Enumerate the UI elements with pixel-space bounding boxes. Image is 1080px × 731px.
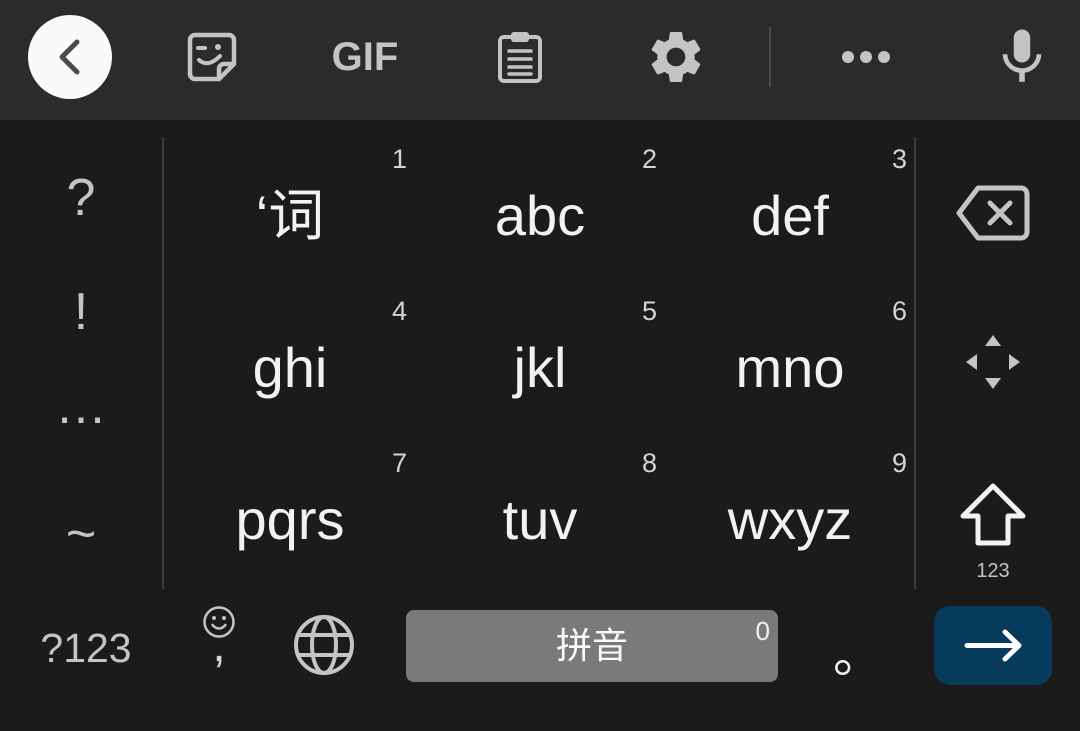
space-label: 拼音: [555, 625, 628, 666]
symbol-key-label: ~: [65, 505, 97, 563]
keyboard-body: ? ! … ~ 1 ‘词 2 abc 3 def 4 ghi 5 jkl 6 m…: [0, 120, 1080, 731]
key-letters: mno: [735, 335, 845, 399]
t9-key-2[interactable]: 2 abc: [415, 137, 665, 289]
key-number: 9: [891, 448, 907, 478]
symbol-key-exclamation[interactable]: !: [0, 257, 162, 367]
key-letters: ‘词: [255, 183, 325, 247]
symbol-key-question[interactable]: ?: [0, 143, 162, 253]
key-number: 7: [391, 448, 407, 478]
gif-button[interactable]: GIF: [325, 17, 405, 97]
key-letters: pqrs: [235, 487, 345, 551]
key-number: 2: [641, 144, 657, 174]
back-button[interactable]: [28, 15, 112, 99]
period-key[interactable]: 。: [800, 602, 916, 694]
emoji-comma-key[interactable]: ,: [172, 602, 266, 694]
t9-key-9[interactable]: 9 wxyz: [665, 441, 915, 593]
gear-icon: [651, 32, 701, 82]
symbols-switch-key[interactable]: ?123: [0, 602, 172, 694]
toolbar: GIF: [0, 0, 1080, 120]
candidate-count: 0: [755, 616, 770, 646]
t9-key-6[interactable]: 6 mno: [665, 289, 915, 441]
space-key[interactable]: 拼音 0: [406, 610, 778, 682]
cursor-move-icon: [966, 335, 1020, 389]
t9-key-1[interactable]: 1 ‘词: [165, 137, 415, 289]
key-number: 3: [891, 144, 907, 174]
comma-label: ,: [212, 619, 226, 672]
language-switch-key[interactable]: [270, 602, 378, 694]
key-letters: jkl: [513, 335, 567, 399]
backspace-key[interactable]: [916, 137, 1080, 289]
t9-key-7[interactable]: 7 pqrs: [165, 441, 415, 593]
key-letters: abc: [494, 183, 586, 247]
sticker-button[interactable]: [172, 17, 252, 97]
key-number: 6: [891, 296, 907, 326]
globe-icon: [294, 615, 354, 675]
key-number: 5: [641, 296, 657, 326]
mic-icon: [1002, 29, 1042, 82]
sticker-icon: [187, 32, 237, 82]
more-horizontal-icon: [842, 51, 890, 63]
left-divider: [162, 137, 164, 589]
voice-input-button[interactable]: [982, 17, 1062, 97]
settings-button[interactable]: [636, 17, 716, 97]
shift-sublabel: 123: [976, 560, 1010, 582]
arrow-right-icon: [964, 629, 1022, 662]
toolbar-divider: [769, 27, 771, 87]
t9-key-4[interactable]: 4 ghi: [165, 289, 415, 441]
t9-key-3[interactable]: 3 def: [665, 137, 915, 289]
symbol-key-label: …: [55, 377, 107, 435]
period-label: 。: [833, 627, 883, 683]
shift-key[interactable]: 123: [916, 441, 1080, 593]
key-letters: ghi: [252, 335, 328, 399]
clipboard-button[interactable]: [480, 17, 560, 97]
more-button[interactable]: [826, 17, 906, 97]
t9-key-5[interactable]: 5 jkl: [415, 289, 665, 441]
backspace-icon: [956, 185, 1030, 241]
gif-label: GIF: [331, 35, 399, 79]
enter-key[interactable]: [934, 606, 1052, 685]
symbol-key-label: !: [73, 283, 89, 341]
symbol-key-ellipsis[interactable]: …: [0, 365, 162, 475]
key-number: 8: [641, 448, 657, 478]
shift-arrow-icon: [960, 483, 1026, 546]
symbols-switch-label: ?123: [40, 624, 132, 671]
key-number: 1: [391, 144, 407, 174]
key-letters: def: [751, 183, 829, 247]
key-letters: wxyz: [727, 487, 853, 551]
cursor-control-key[interactable]: [916, 289, 1080, 441]
t9-key-8[interactable]: 8 tuv: [415, 441, 665, 593]
keyboard: GIF ? ! … ~ 1 ‘词 2 abc 3 def 4 ghi 5 jkl…: [0, 0, 1080, 731]
key-letters: tuv: [502, 487, 578, 551]
symbol-key-label: ?: [66, 169, 96, 227]
clipboard-icon: [498, 32, 542, 83]
chevron-left-icon: [59, 39, 80, 75]
key-number: 4: [391, 296, 407, 326]
symbol-key-tilde[interactable]: ~: [0, 479, 162, 589]
